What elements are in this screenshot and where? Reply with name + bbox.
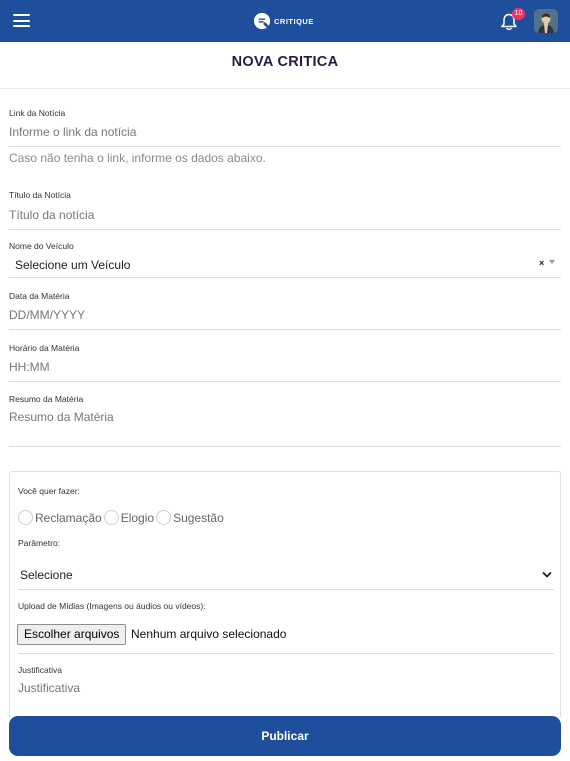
upload-label: Upload de Mídias (Imagens ou áudios ou v…	[18, 601, 206, 611]
vehicle-caret-icon[interactable]	[549, 260, 555, 264]
radio-label: Elogio	[120, 510, 155, 525]
summary-underline	[9, 446, 561, 447]
choose-files-button[interactable]: Escolher arquivos	[17, 624, 127, 645]
justification-label: Justificativa	[18, 665, 62, 675]
justification-input[interactable]: Justificativa	[18, 681, 80, 695]
summary-label: Resumo da Matéria	[9, 394, 84, 404]
vehicle-label: Nome do Veículo	[9, 241, 74, 251]
notification-badge: 10	[512, 8, 525, 20]
avatar-image	[534, 9, 558, 33]
radio-label: Reclamação	[35, 510, 102, 525]
type-label: Você quer fazer:	[18, 486, 80, 496]
title-label: Título da Notícia	[9, 190, 71, 200]
logo-icon	[253, 12, 271, 30]
parameter-label: Parâmetro:	[18, 538, 61, 548]
title-input[interactable]: Título da notícia	[9, 208, 94, 222]
radio-reclamacao[interactable]: Reclamação	[18, 510, 102, 525]
logo-text: CRITIQUE	[274, 16, 314, 26]
radio-circle[interactable]	[156, 510, 172, 525]
date-input[interactable]: DD/MM/YYYY	[9, 308, 85, 322]
time-label: Horário da Matéria	[9, 343, 80, 353]
type-radio-group: Reclamação Elogio Sugestão	[18, 510, 226, 525]
radio-circle[interactable]	[18, 510, 33, 525]
date-label: Data da Matéria	[9, 291, 70, 301]
link-hint: Caso não tenha o link, informe os dados …	[9, 151, 266, 165]
link-label: Link da Notícia	[9, 108, 66, 118]
radio-circle[interactable]	[103, 510, 119, 525]
top-bar: CRITIQUE 10	[0, 0, 570, 42]
radio-sugestao[interactable]: Sugestão	[156, 510, 224, 525]
link-underline	[9, 146, 561, 147]
publish-button[interactable]: Publicar	[9, 716, 561, 756]
vehicle-underline	[9, 277, 561, 278]
title-underline	[9, 229, 561, 230]
vehicle-select[interactable]: Selecione um Veículo	[15, 258, 130, 272]
vehicle-clear-icon[interactable]: ×	[539, 258, 544, 268]
summary-textarea[interactable]: Resumo da Matéria	[9, 410, 114, 424]
link-input[interactable]: Informe o link da notícia	[9, 125, 136, 139]
app-logo[interactable]: CRITIQUE	[253, 11, 314, 31]
radio-label: Sugestão	[173, 510, 224, 525]
chevron-down-icon	[542, 572, 552, 578]
menu-icon[interactable]	[13, 14, 30, 27]
radio-elogio[interactable]: Elogio	[103, 510, 155, 525]
time-underline	[9, 381, 561, 382]
parameter-value: Selecione	[20, 568, 73, 582]
title-divider	[0, 88, 570, 89]
date-underline	[9, 329, 561, 330]
upload-underline	[18, 653, 554, 654]
avatar[interactable]	[534, 9, 558, 33]
time-input[interactable]: HH:MM	[9, 360, 50, 374]
page-title: NOVA CRITICA	[231, 54, 339, 70]
file-status: Nenhum arquivo selecionado	[131, 627, 287, 641]
parameter-select[interactable]: Selecione	[18, 564, 554, 588]
critique-card: Você quer fazer: Reclamação Elogio Suges…	[9, 471, 561, 717]
parameter-underline	[18, 589, 554, 590]
